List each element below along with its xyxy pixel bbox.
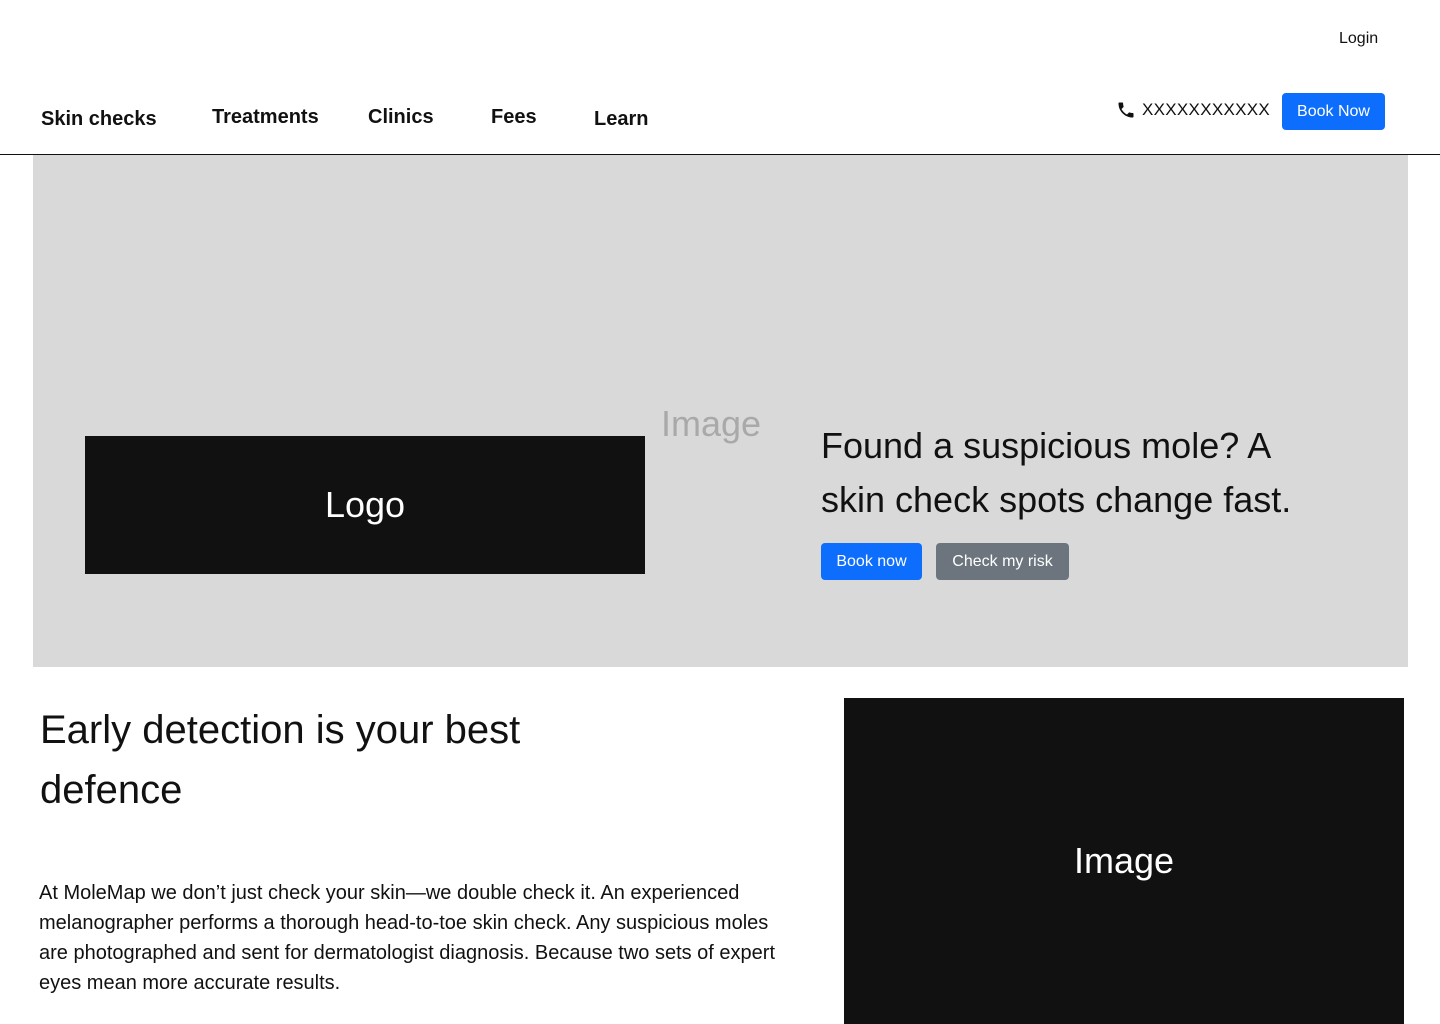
phone-icon: [1116, 100, 1136, 120]
book-now-button[interactable]: Book Now: [1282, 93, 1385, 130]
section-image-label: Image: [1073, 840, 1175, 881]
hero-banner: Logo Image Found a suspicious mole? A sk…: [33, 155, 1408, 667]
nav-fees[interactable]: Fees: [491, 106, 537, 129]
section-heading: Early detection is your best defence: [40, 708, 521, 812]
nav-clinics[interactable]: Clinics: [368, 106, 434, 129]
phone-number: XXXXXXXXXXX: [1142, 100, 1271, 119]
page: Login Skin checks Treatments Clinics Fee…: [0, 0, 1440, 1024]
hero-image-placeholder: Image: [661, 403, 762, 444]
nav-treatments[interactable]: Treatments: [212, 106, 319, 129]
hero-actions: Book now Check my risk: [821, 543, 1069, 580]
login-link[interactable]: Login: [1339, 30, 1378, 48]
hero-book-now-button[interactable]: Book now: [821, 543, 922, 580]
nav-skin-checks[interactable]: Skin checks: [41, 108, 157, 131]
nav-learn[interactable]: Learn: [594, 108, 648, 131]
section-body: At MoleMap we don’t just check your skin…: [39, 882, 776, 994]
hero-headline: Found a suspicious mole? A skin check sp…: [821, 425, 1292, 520]
hero-logo-label: Logo: [324, 484, 406, 525]
hero-logo: Logo: [85, 436, 645, 574]
phone-contact[interactable]: XXXXXXXXXXX: [1116, 100, 1270, 120]
check-my-risk-button[interactable]: Check my risk: [936, 543, 1069, 580]
section-image-placeholder: Image: [844, 698, 1404, 1024]
